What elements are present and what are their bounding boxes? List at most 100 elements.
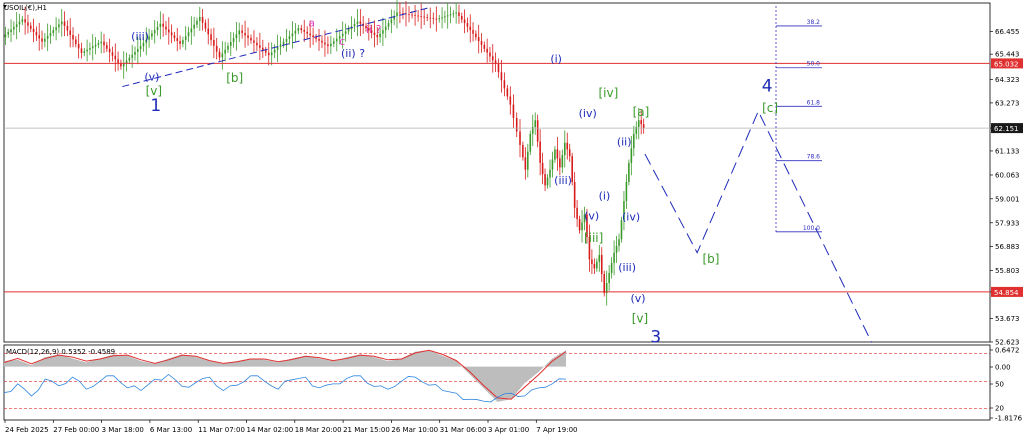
candle-body [49, 33, 52, 36]
candle-body [69, 30, 72, 35]
candle-body [534, 120, 537, 127]
candle-body [7, 32, 10, 35]
candle-body [568, 149, 571, 157]
x-tick-label: 21 Mar 15:00 [343, 426, 390, 434]
candle-body [103, 41, 105, 46]
candle-body [218, 51, 221, 58]
candle-body [449, 14, 452, 16]
candle-body [312, 35, 314, 38]
candle-body [288, 36, 291, 39]
wave-label: (iii) [618, 261, 636, 274]
wave-label: (ii) [617, 135, 632, 148]
candle-body [315, 37, 317, 39]
candle-body [563, 142, 566, 156]
candle-body [469, 26, 472, 31]
candle-body [472, 30, 474, 34]
wave-label: [v] [632, 311, 648, 325]
candle-body [642, 124, 645, 129]
candle-body [210, 34, 212, 41]
candle-body [387, 23, 390, 27]
y-tick-label: 59.001 [995, 195, 1020, 203]
candle-body [309, 33, 311, 36]
wave-label: [iii] [584, 231, 603, 245]
price-tag-label: 65.032 [994, 60, 1019, 68]
wave-label: (iv) [622, 210, 640, 223]
candle-body [546, 177, 549, 186]
wave-label: (iii) [554, 174, 572, 187]
candle-body [489, 52, 491, 57]
candle-body [108, 48, 111, 53]
candle-body [117, 59, 119, 63]
candle-body [182, 40, 184, 44]
candle-body [527, 151, 529, 170]
candle-body [610, 262, 613, 273]
macd-y-tick-label: 20 [995, 405, 1004, 413]
candle-body [353, 23, 356, 27]
wave-label: (ii) ? [341, 47, 365, 60]
candle-body [207, 28, 210, 35]
x-tick-label: 11 Mar 07:00 [198, 426, 245, 434]
candle-body [106, 45, 108, 49]
candle-body [630, 148, 633, 163]
wave-label: (iii) [131, 30, 149, 43]
candle-body [267, 52, 270, 56]
candle-body [46, 35, 49, 39]
candle-body [544, 174, 546, 186]
fib-level-label: 50.0 [807, 61, 821, 68]
wave-label: a [308, 16, 315, 29]
candle-body [608, 272, 610, 284]
wave-label: [a] [633, 105, 650, 119]
price-tag-label: 62.151 [994, 125, 1019, 133]
candle-body [232, 38, 235, 42]
fib-level-label: 38.2 [807, 19, 821, 26]
x-tick-label: 31 Mar 06:00 [440, 426, 487, 434]
candle-body [600, 254, 603, 275]
candle-body [285, 38, 288, 42]
candle-body [591, 259, 593, 264]
y-tick-label: 66.455 [995, 28, 1020, 36]
macd-header: MACD(12,26,9) 0.5352 -0.4589 [6, 348, 116, 356]
macd-y-tick-label: 50 [995, 381, 1004, 389]
candle-body [247, 35, 249, 38]
candle-body [190, 28, 193, 33]
candle-body [573, 181, 576, 208]
candle-body [21, 19, 24, 22]
candle-body [142, 42, 145, 47]
candle-body [578, 219, 581, 231]
candle-body [184, 36, 187, 41]
candle-body [198, 16, 201, 21]
candle-body [497, 64, 500, 73]
y-tick-label: 55.803 [995, 267, 1020, 275]
wave-label: [iv] [599, 86, 619, 100]
candle-body [111, 52, 114, 56]
chart: USOIL(€),H1 38.2 50.0 61.8 78.6 100.0 (iii) (v… [0, 0, 1024, 441]
chart-svg: 38.2 50.0 61.8 78.6 100.0 (iii) (v) [v] 1 [b] a c ii… [3, 0, 1023, 434]
macd-y-tick-label: 0.6472 [995, 347, 1020, 355]
candle-body [593, 263, 596, 269]
candle-body [411, 14, 413, 16]
candle-body [554, 149, 556, 160]
wave-label: (i) [550, 53, 562, 66]
y-tick-label: 60.063 [995, 171, 1020, 179]
candle-body [24, 19, 26, 23]
candle-body [556, 149, 559, 159]
macd-y-tick-label: 0.00 [995, 364, 1011, 372]
candle-body [221, 53, 224, 58]
candle-body [250, 37, 252, 41]
wave-label: (v) [584, 209, 599, 222]
candle-body [100, 41, 102, 44]
x-tick-label: 14 Mar 02:00 [247, 426, 294, 434]
candle-body [524, 157, 527, 170]
candle-body [446, 15, 449, 17]
macd-histogram [4, 350, 566, 402]
candle-body [384, 26, 387, 31]
candle-body [215, 45, 218, 52]
candle-body [27, 22, 29, 26]
candle-body [536, 120, 539, 142]
candle-body [618, 239, 620, 246]
x-tick-label: 27 Feb 00:00 [53, 426, 99, 434]
candle-body [512, 104, 515, 119]
candle-body [32, 28, 35, 33]
candle-body [477, 37, 480, 42]
candle-body [86, 49, 88, 52]
